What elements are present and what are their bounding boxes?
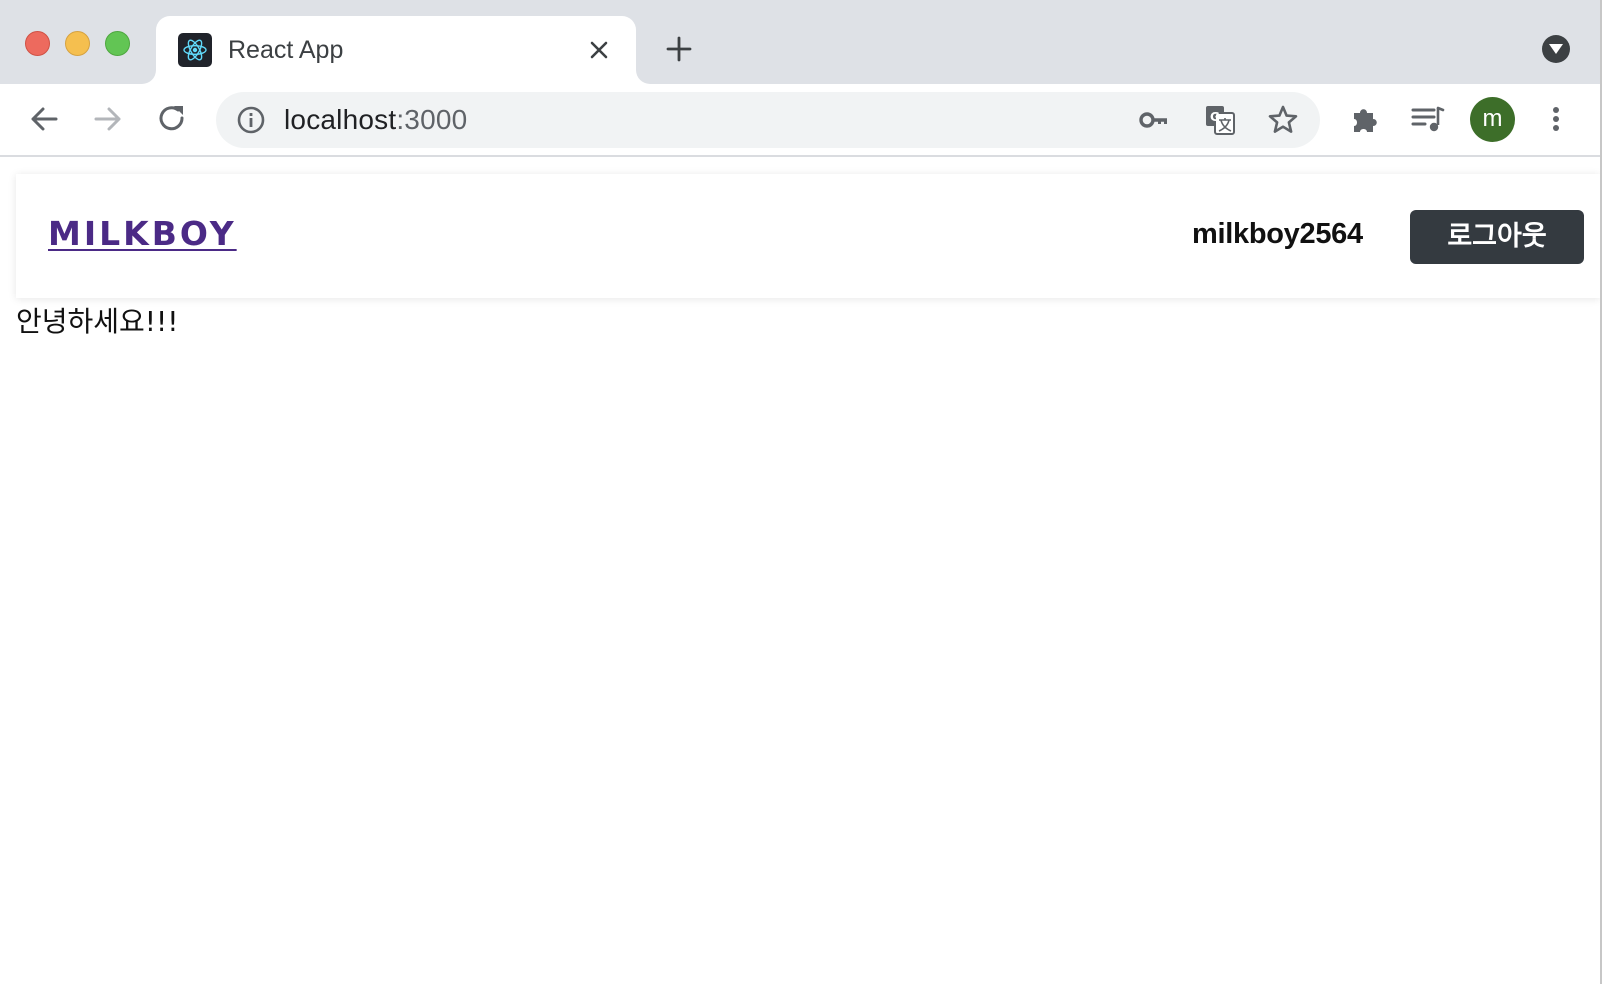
url-host: localhost xyxy=(284,104,397,135)
new-tab-icon[interactable] xyxy=(664,34,694,64)
page-viewport: MILKBOY milkboy2564 로그아웃 안녕하세요!!! xyxy=(0,158,1600,984)
app-header: MILKBOY milkboy2564 로그아웃 xyxy=(16,174,1600,298)
url-text: localhost:3000 xyxy=(284,104,467,136)
back-arrow-icon[interactable] xyxy=(26,101,62,137)
browser-toolbar: localhost:3000 G m xyxy=(0,84,1602,157)
reload-icon[interactable] xyxy=(154,101,190,137)
password-key-icon[interactable] xyxy=(1138,104,1170,136)
site-info-icon[interactable] xyxy=(236,105,266,135)
address-bar[interactable]: localhost:3000 G xyxy=(216,92,1320,148)
translate-icon[interactable]: G xyxy=(1204,104,1236,136)
username-label: milkboy2564 xyxy=(1192,218,1363,250)
tab-search-icon[interactable] xyxy=(1542,35,1570,63)
media-queue-icon[interactable] xyxy=(1410,101,1446,137)
close-window-button[interactable] xyxy=(25,31,50,56)
maximize-window-button[interactable] xyxy=(105,31,130,56)
close-tab-icon[interactable] xyxy=(584,35,614,65)
bookmark-star-icon[interactable] xyxy=(1266,103,1300,137)
profile-avatar[interactable]: m xyxy=(1470,97,1515,142)
greeting-text: 안녕하세요!!! xyxy=(16,305,179,338)
logout-button[interactable]: 로그아웃 xyxy=(1410,210,1584,264)
url-port: :3000 xyxy=(396,104,468,135)
browser-tab-strip: React App xyxy=(0,0,1602,84)
forward-arrow-icon[interactable] xyxy=(90,101,126,137)
browser-tab[interactable]: React App xyxy=(156,16,636,84)
react-logo-icon xyxy=(178,33,212,67)
svg-text:G: G xyxy=(1210,110,1220,124)
brand-logo-link[interactable]: MILKBOY xyxy=(48,214,237,253)
extensions-puzzle-icon[interactable] xyxy=(1348,101,1384,137)
browser-menu-icon[interactable] xyxy=(1538,101,1574,137)
tab-title: React App xyxy=(228,36,344,64)
minimize-window-button[interactable] xyxy=(65,31,90,56)
